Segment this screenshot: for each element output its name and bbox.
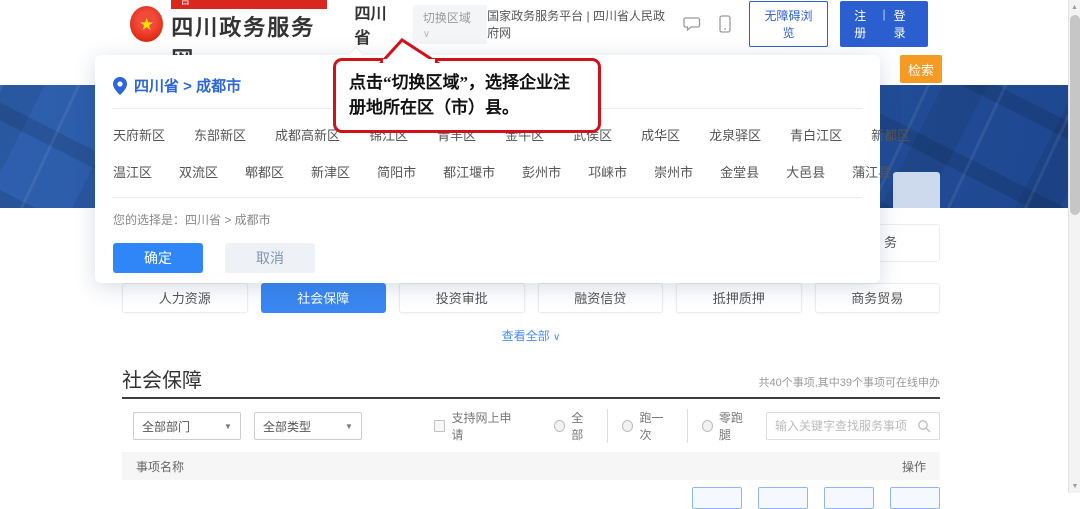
national-emblem-logo: ★ <box>130 6 163 42</box>
district-option[interactable]: 东部新区 <box>194 125 246 144</box>
item-action-button[interactable] <box>890 487 940 509</box>
filter-bar: 全部部门▼ 全部类型▼ 支持网上申请 全部跑一次零跑腿 <box>122 412 940 440</box>
district-option[interactable]: 龙泉驿区 <box>709 125 761 144</box>
banner-nav-partial-tab[interactable] <box>893 172 940 208</box>
action-column-header: 操作 <box>902 458 926 475</box>
keyword-search-box[interactable] <box>766 412 940 440</box>
section-title: 社会保障 <box>122 364 202 393</box>
keyword-search-input[interactable] <box>775 419 917 433</box>
scroll-down-arrow-icon[interactable]: ▼ <box>1069 479 1080 493</box>
radio-icon[interactable] <box>554 420 565 432</box>
district-option[interactable]: 成都高新区 <box>275 125 340 144</box>
portal-links[interactable]: 国家政务服务平台 | 四川省人民政府网 <box>487 7 667 41</box>
scope-radio-group: 全部跑一次零跑腿 <box>540 409 766 443</box>
district-option[interactable]: 成华区 <box>641 125 680 144</box>
district-option[interactable]: 大邑县 <box>786 162 825 181</box>
district-option[interactable]: 双流区 <box>179 162 218 181</box>
item-action-button[interactable] <box>758 487 808 509</box>
section-header: 社会保障 共40个事项,其中39个事项可在线申办 <box>122 364 940 393</box>
items-table-header: 事项名称 操作 <box>122 452 940 480</box>
accessibility-button[interactable]: 无障碍浏览 <box>749 1 828 47</box>
star-icon: ★ <box>139 16 154 33</box>
region-breadcrumb: 四川省 > 成都市 <box>134 75 241 96</box>
district-option[interactable]: 崇州市 <box>654 162 693 181</box>
item-action-button[interactable] <box>692 487 742 509</box>
current-selection-text: 您的选择是：四川省 > 成都市 <box>95 198 880 228</box>
district-option[interactable]: 新津区 <box>311 162 350 181</box>
online-apply-checkbox[interactable]: 支持网上申请 <box>434 409 520 443</box>
platform-badge: 全国一体化在线政务服务平台 <box>171 0 326 9</box>
district-option[interactable]: 蒲江县 <box>852 162 891 181</box>
scrollbar-thumb[interactable] <box>1070 15 1080 215</box>
radio-icon[interactable] <box>702 420 713 432</box>
item-name-column-header: 事项名称 <box>136 458 184 475</box>
district-option[interactable]: 青白江区 <box>790 125 842 144</box>
confirm-button[interactable]: 确定 <box>113 243 203 273</box>
search-icon[interactable] <box>917 419 931 433</box>
popup-buttons: 确定 取消 <box>95 228 880 288</box>
checkbox-icon[interactable] <box>434 420 446 432</box>
scroll-up-arrow-icon[interactable]: ▲ <box>1069 0 1080 14</box>
radio-option[interactable]: 零跑腿 <box>688 409 766 443</box>
header-top-row: ★ 全国一体化在线政务服务平台 四川政务服务网 四川省 切换区域 ∨ 国家政务服… <box>0 0 1080 48</box>
district-option[interactable]: 郫都区 <box>245 162 284 181</box>
radio-icon[interactable] <box>622 420 633 432</box>
type-select[interactable]: 全部类型▼ <box>254 412 362 440</box>
department-select[interactable]: 全部部门▼ <box>133 412 241 440</box>
callout-tail <box>378 37 440 63</box>
item-action-button[interactable] <box>824 487 874 509</box>
district-option[interactable]: 金堂县 <box>720 162 759 181</box>
cancel-button[interactable]: 取消 <box>225 243 315 273</box>
location-pin-icon <box>113 77 127 95</box>
section-divider <box>122 397 940 399</box>
view-all-link[interactable]: 查看全部 ∨ <box>122 327 940 344</box>
dropdown-arrow-icon: ▼ <box>224 422 232 431</box>
header-right-group: 国家政务服务平台 | 四川省人民政府网 无障碍浏览 注册 | 登录 <box>487 1 928 47</box>
dropdown-arrow-icon: ▼ <box>345 422 353 431</box>
section-item-count: 共40个事项,其中39个事项可在线申办 <box>758 374 940 393</box>
district-option[interactable]: 彭州市 <box>522 162 561 181</box>
radio-option[interactable]: 跑一次 <box>608 409 687 443</box>
district-row-2: 温江区双流区郫都区新津区简阳市都江堰市彭州市邛崃市崇州市金堂县大邑县蒲江县 <box>95 154 880 197</box>
divider: | <box>883 7 886 41</box>
district-option[interactable]: 简阳市 <box>377 162 416 181</box>
register-login-button[interactable]: 注册 | 登录 <box>840 1 928 47</box>
chevron-down-icon: ∨ <box>553 332 560 343</box>
callout-text: 点击“切换区域”，选择企业注册地所在区（市）县。 <box>349 71 585 120</box>
radio-option[interactable]: 全部 <box>540 409 608 443</box>
register-link[interactable]: 注册 <box>854 7 874 41</box>
mobile-phone-icon[interactable] <box>719 15 731 33</box>
district-option[interactable]: 新都区 <box>871 125 910 144</box>
district-option[interactable]: 都江堰市 <box>443 162 495 181</box>
district-option[interactable]: 温江区 <box>113 162 152 181</box>
item-action-buttons-row <box>122 487 940 509</box>
login-link[interactable]: 登录 <box>894 7 914 41</box>
instruction-callout: 点击“切换区域”，选择企业注册地所在区（市）县。 <box>333 58 601 133</box>
district-option[interactable]: 天府新区 <box>113 125 165 144</box>
page-scrollbar[interactable]: ▲ ▼ <box>1068 0 1080 493</box>
district-option[interactable]: 邛崃市 <box>588 162 627 181</box>
chat-bubble-icon[interactable] <box>683 16 703 32</box>
search-submit-button[interactable]: 检索 <box>900 55 942 83</box>
